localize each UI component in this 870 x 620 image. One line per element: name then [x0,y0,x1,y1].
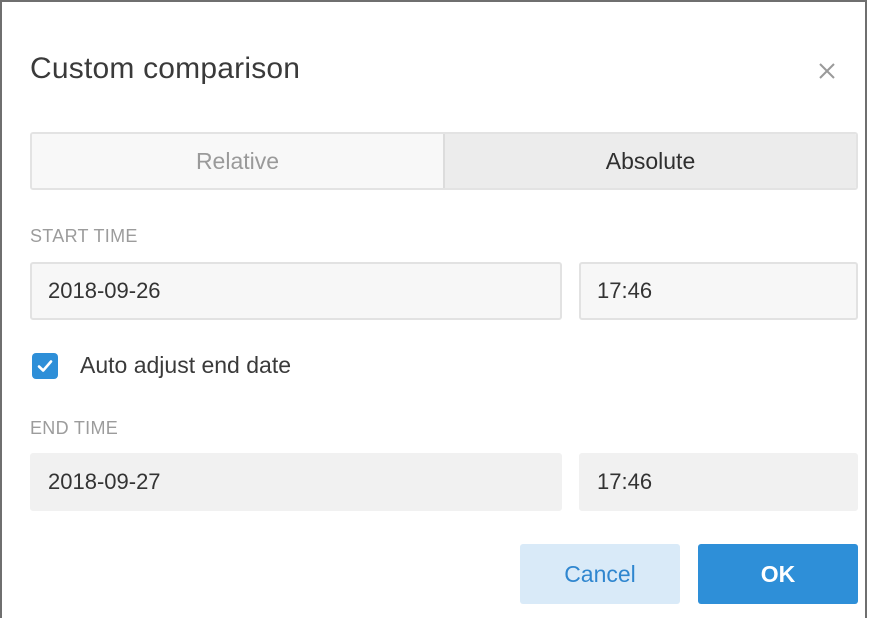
auto-adjust-checkbox[interactable] [32,352,58,379]
mode-toggle: Relative Absolute [30,132,858,190]
auto-adjust-label: Auto adjust end date [80,352,291,378]
start-date-field[interactable]: 2018-09-26 [30,262,562,320]
start-time-label: START TIME [30,226,138,246]
end-date-field: 2018-09-27 [30,453,562,511]
custom-comparison-dialog: Custom comparison Relative Absolute STAR… [0,0,867,618]
auto-adjust-checkbox-row[interactable]: Auto adjust end date [32,352,291,379]
checkmark-icon [37,359,53,372]
tab-absolute[interactable]: Absolute [443,134,856,188]
tab-relative[interactable]: Relative [32,134,443,188]
start-time-field[interactable]: 17:46 [579,262,858,320]
end-time-label: END TIME [30,418,119,438]
ok-button[interactable]: OK [698,544,858,604]
cancel-button[interactable]: Cancel [520,544,680,604]
end-time-field: 17:46 [579,453,858,511]
dialog-title: Custom comparison [30,52,301,85]
close-icon[interactable] [810,54,844,88]
